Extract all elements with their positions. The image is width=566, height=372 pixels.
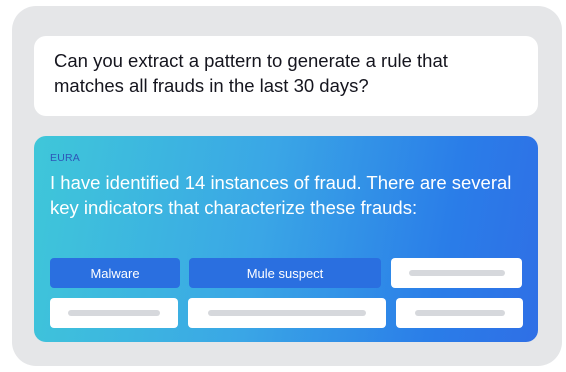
indicator-chip-label: Malware (90, 265, 140, 281)
indicator-chip-mule-suspect[interactable]: Mule suspect (189, 258, 381, 288)
placeholder-bar (408, 270, 505, 276)
indicator-chip-placeholder[interactable] (391, 258, 522, 288)
assistant-reply-card: EURA I have identified 14 instances of f… (34, 136, 538, 342)
indicator-chip-label: Mule suspect (246, 265, 324, 281)
indicator-chip-placeholder[interactable] (50, 298, 178, 328)
user-message-bubble: Can you extract a pattern to generate a … (34, 36, 538, 116)
indicator-chip-malware[interactable]: Malware (50, 258, 180, 288)
indicator-chip-placeholder[interactable] (188, 298, 386, 328)
indicator-chip-placeholder[interactable] (396, 298, 523, 328)
placeholder-bar (208, 310, 366, 316)
placeholder-bar (414, 310, 505, 316)
placeholder-bar (68, 310, 160, 316)
user-message-text: Can you extract a pattern to generate a … (54, 50, 448, 96)
assistant-name: EURA (50, 152, 80, 164)
assistant-message-text: I have identified 14 instances of fraud.… (50, 172, 512, 218)
